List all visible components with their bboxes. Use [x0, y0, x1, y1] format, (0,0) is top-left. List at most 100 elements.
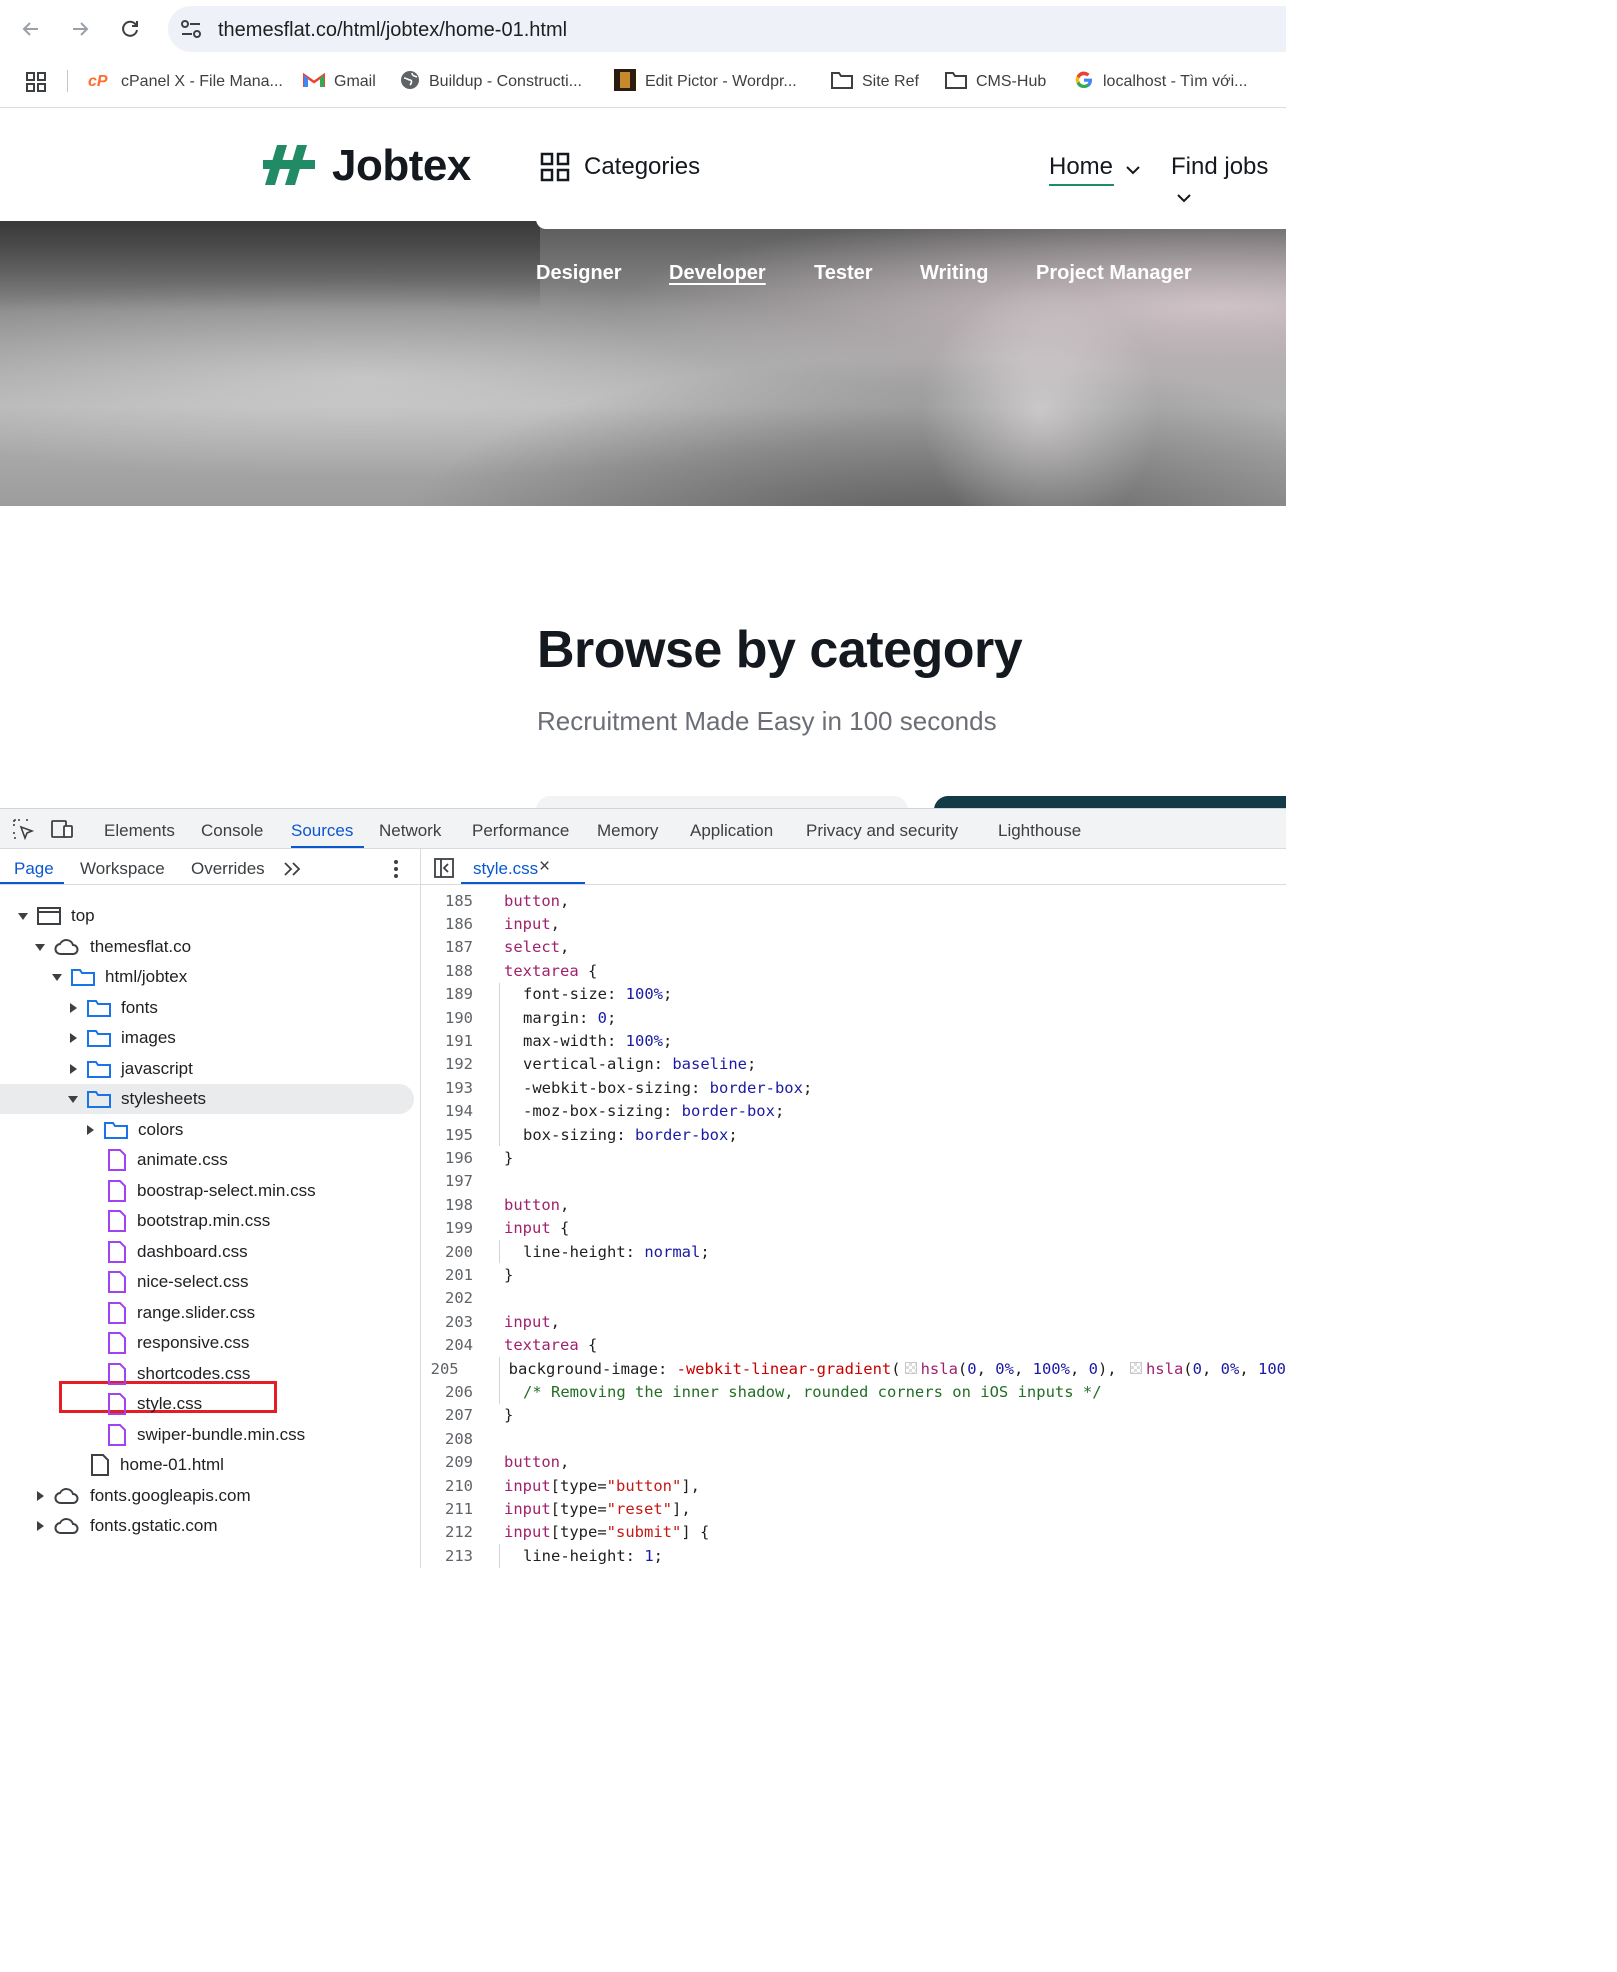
tree-item-stylesheets[interactable]: stylesheets — [0, 1084, 420, 1114]
code-line[interactable]: 185 button, — [421, 889, 1286, 912]
editor-tab-style-css[interactable]: style.css — [473, 859, 538, 879]
close-icon[interactable]: × — [539, 856, 550, 878]
line-number[interactable]: 196 — [421, 1149, 473, 1167]
line-number[interactable]: 208 — [421, 1430, 473, 1448]
tree-item-home-html[interactable]: home-01.html — [0, 1450, 420, 1480]
line-number[interactable]: 189 — [421, 985, 473, 1003]
devtools-tab-console[interactable]: Console — [201, 821, 263, 841]
code-line[interactable]: 187 select, — [421, 936, 1286, 959]
line-number[interactable]: 193 — [421, 1079, 473, 1097]
more-tabs-chevron-icon[interactable] — [282, 861, 302, 882]
code-line[interactable]: 201} — [421, 1263, 1286, 1286]
code-line[interactable]: 209 button, — [421, 1451, 1286, 1474]
inspect-element-icon[interactable] — [12, 818, 35, 845]
code-line[interactable]: 213 line-height: 1; — [421, 1544, 1286, 1567]
code-line[interactable]: 194 -moz-box-sizing: border-box; — [421, 1100, 1286, 1123]
line-number[interactable]: 197 — [421, 1172, 473, 1190]
bookmark-localhost[interactable]: localhost - Tìm với... — [1074, 69, 1247, 95]
devtools-tab-lighthouse[interactable]: Lighthouse — [998, 821, 1081, 841]
apps-icon[interactable] — [25, 69, 47, 95]
collapse-arrow-icon[interactable] — [70, 1033, 77, 1043]
line-number[interactable]: 187 — [421, 938, 473, 956]
collapse-arrow-icon[interactable] — [70, 1064, 77, 1074]
line-number[interactable]: 205 — [421, 1360, 459, 1378]
code-line[interactable]: 210 input[type="button"], — [421, 1474, 1286, 1497]
nav-find-jobs[interactable]: Find jobs — [1171, 153, 1286, 210]
bookmark-site-ref[interactable]: Site Ref — [831, 69, 919, 95]
devtools-tab-network[interactable]: Network — [379, 821, 441, 841]
tree-item-file[interactable]: range.slider.css — [0, 1298, 420, 1328]
jobtex-logo-icon[interactable] — [263, 145, 317, 190]
tree-item-javascript[interactable]: javascript — [0, 1054, 420, 1084]
bookmark-edit-pictor[interactable]: Edit Pictor - Wordpr... — [614, 68, 797, 95]
tree-item-fonts[interactable]: fonts — [0, 993, 420, 1023]
code-line[interactable]: 193 -webkit-box-sizing: border-box; — [421, 1076, 1286, 1099]
code-line[interactable]: 212 input[type="submit"] { — [421, 1521, 1286, 1544]
bookmark-cms-hub[interactable]: CMS-Hub — [945, 69, 1046, 95]
code-line[interactable]: 195 box-sizing: border-box; — [421, 1123, 1286, 1146]
line-number[interactable]: 201 — [421, 1266, 473, 1284]
toggle-navigator-icon[interactable] — [433, 857, 455, 884]
line-number[interactable]: 198 — [421, 1196, 473, 1214]
tree-item-top[interactable]: top — [0, 901, 420, 931]
line-number[interactable]: 186 — [421, 915, 473, 933]
line-number[interactable]: 200 — [421, 1243, 473, 1261]
code-line[interactable]: 211 input[type="reset"], — [421, 1497, 1286, 1520]
line-number[interactable]: 202 — [421, 1289, 473, 1307]
code-line[interactable]: 202 — [421, 1287, 1286, 1310]
tree-item-colors[interactable]: colors — [0, 1115, 420, 1145]
code-line[interactable]: 207} — [421, 1404, 1286, 1427]
code-line[interactable]: 186 input, — [421, 912, 1286, 935]
code-line[interactable]: 198 button, — [421, 1193, 1286, 1216]
tree-item-file[interactable]: animate.css — [0, 1145, 420, 1175]
code-line[interactable]: 189 font-size: 100%; — [421, 983, 1286, 1006]
line-number[interactable]: 207 — [421, 1406, 473, 1424]
tree-item-googleapis[interactable]: fonts.googleapis.com — [0, 1481, 420, 1511]
back-arrow-icon[interactable] — [16, 14, 46, 44]
code-line[interactable]: 190 margin: 0; — [421, 1006, 1286, 1029]
url-text[interactable]: themesflat.co/html/jobtex/home-01.html — [218, 19, 567, 42]
hero-tab-designer[interactable]: Designer — [536, 262, 622, 285]
bookmark-cpanel[interactable]: cP cPanel X - File Mana... — [88, 69, 283, 95]
tree-item-gstatic[interactable]: fonts.gstatic.com — [0, 1511, 420, 1541]
code-line[interactable]: 192 vertical-align: baseline; — [421, 1053, 1286, 1076]
nav-home[interactable]: Home — [1049, 153, 1140, 182]
tree-item-file[interactable]: boostrap-select.min.css — [0, 1176, 420, 1206]
subtab-overrides[interactable]: Overrides — [191, 859, 265, 879]
reload-icon[interactable] — [115, 14, 145, 44]
line-number[interactable]: 185 — [421, 892, 473, 910]
expand-arrow-icon[interactable] — [18, 912, 28, 920]
line-number[interactable]: 203 — [421, 1313, 473, 1331]
line-number[interactable]: 204 — [421, 1336, 473, 1354]
line-number[interactable]: 192 — [421, 1055, 473, 1073]
code-line[interactable]: 208 — [421, 1427, 1286, 1450]
device-toolbar-icon[interactable] — [50, 818, 74, 845]
collapse-arrow-icon[interactable] — [70, 1003, 77, 1013]
site-logo[interactable]: Jobtex — [332, 141, 471, 191]
line-number[interactable]: 188 — [421, 962, 473, 980]
hero-tab-project-manager[interactable]: Project Manager — [1036, 262, 1192, 285]
devtools-tab-privacy[interactable]: Privacy and security — [806, 821, 958, 841]
line-number[interactable]: 212 — [421, 1523, 473, 1541]
hero-tab-writing[interactable]: Writing — [920, 262, 989, 285]
tree-item-themesflat[interactable]: themesflat.co — [0, 932, 420, 962]
tree-item-file[interactable]: bootstrap.min.css — [0, 1206, 420, 1236]
expand-arrow-icon[interactable] — [52, 973, 62, 981]
code-line[interactable]: 206 /* Removing the inner shadow, rounded… — [421, 1380, 1286, 1403]
tree-item-html-jobtex[interactable]: html/jobtex — [0, 962, 420, 992]
tree-item-images[interactable]: images — [0, 1023, 420, 1053]
line-number[interactable]: 190 — [421, 1009, 473, 1027]
tree-item-file[interactable]: nice-select.css — [0, 1267, 420, 1297]
line-number[interactable]: 211 — [421, 1500, 473, 1518]
code-line[interactable]: 188 textarea { — [421, 959, 1286, 982]
devtools-tab-elements[interactable]: Elements — [104, 821, 175, 841]
code-line[interactable]: 196} — [421, 1146, 1286, 1169]
line-number[interactable]: 210 — [421, 1477, 473, 1495]
code-line[interactable]: 197 — [421, 1170, 1286, 1193]
expand-arrow-icon[interactable] — [68, 1095, 78, 1103]
bookmark-buildup[interactable]: Buildup - Constructi... — [400, 69, 582, 95]
line-number[interactable]: 209 — [421, 1453, 473, 1471]
code-editor[interactable]: 185 button, 186 input, 187 select, 188 textarea… — [421, 885, 1286, 1568]
line-number[interactable]: 199 — [421, 1219, 473, 1237]
code-line[interactable]: 204 textarea { — [421, 1334, 1286, 1357]
